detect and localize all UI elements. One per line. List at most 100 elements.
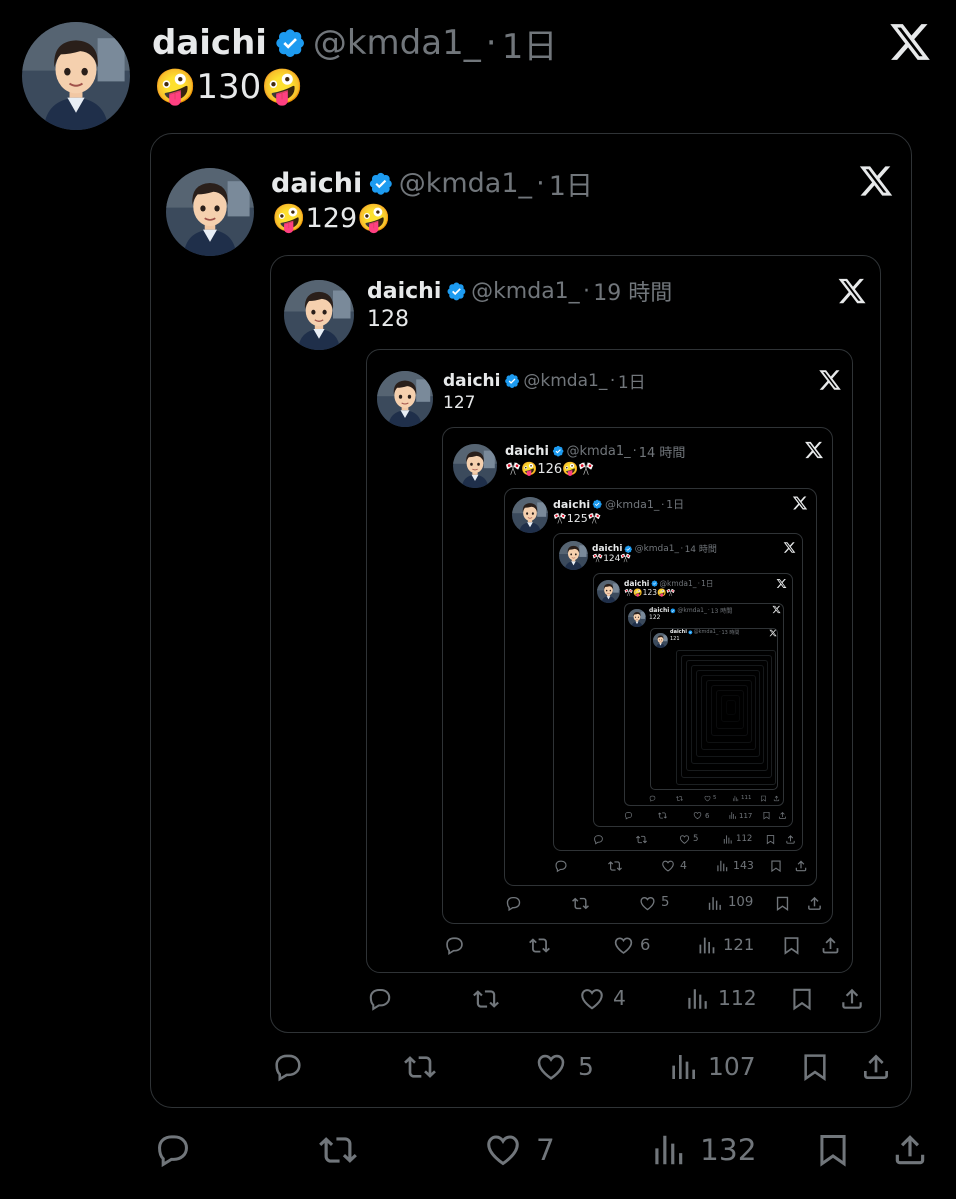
avatar[interactable] [559, 541, 588, 570]
display-name[interactable]: daichi [443, 371, 500, 391]
bookmark-icon[interactable] [774, 895, 791, 912]
user-handle[interactable]: @kmda1_ [313, 23, 481, 63]
avatar[interactable] [597, 580, 620, 603]
display-name[interactable]: daichi [553, 498, 590, 511]
share-icon[interactable] [794, 859, 808, 873]
display-name[interactable]: daichi [271, 168, 362, 199]
like-icon[interactable] [613, 935, 634, 956]
like-icon[interactable] [661, 859, 675, 873]
display-name[interactable]: daichi [624, 579, 649, 588]
post-time[interactable]: 14 時間 [685, 542, 717, 555]
x-logo-icon[interactable] [818, 368, 842, 392]
user-handle[interactable]: @kmda1_ [635, 544, 679, 554]
user-handle[interactable]: @kmda1_ [523, 371, 607, 391]
share-icon[interactable] [860, 1051, 892, 1083]
user-handle[interactable]: @kmda1_ [471, 279, 580, 304]
retweet-icon[interactable] [657, 811, 667, 820]
user-handle[interactable]: @kmda1_ [659, 579, 696, 588]
share-icon[interactable] [839, 986, 865, 1012]
avatar[interactable] [166, 168, 254, 256]
views-icon[interactable] [732, 795, 739, 802]
views-icon[interactable] [667, 1051, 699, 1083]
views-icon[interactable] [715, 859, 729, 873]
bookmark-icon[interactable] [765, 834, 776, 845]
like-icon[interactable] [679, 834, 690, 845]
share-icon[interactable] [785, 834, 796, 845]
display-name[interactable]: daichi [505, 444, 549, 459]
bookmark-icon[interactable] [814, 1131, 852, 1169]
user-handle[interactable]: @kmda1_ [605, 498, 659, 511]
share-icon[interactable] [778, 811, 787, 820]
avatar[interactable] [22, 22, 130, 130]
retweet-icon[interactable] [473, 986, 499, 1012]
avatar[interactable] [628, 609, 646, 627]
x-logo-icon[interactable] [792, 495, 808, 511]
bookmark-icon[interactable] [760, 795, 767, 802]
x-logo-icon[interactable] [858, 163, 894, 199]
share-icon[interactable] [806, 895, 823, 912]
x-logo-icon[interactable] [804, 440, 824, 460]
avatar[interactable] [377, 371, 433, 427]
like-icon[interactable] [639, 895, 656, 912]
post-time[interactable]: 13 時間 [711, 606, 733, 615]
bookmark-icon[interactable] [769, 859, 783, 873]
avatar[interactable] [512, 497, 548, 533]
display-name[interactable]: daichi [367, 279, 441, 304]
reply-icon[interactable] [649, 795, 656, 802]
like-icon[interactable] [535, 1051, 567, 1083]
views-icon[interactable] [706, 895, 723, 912]
reply-icon[interactable] [367, 986, 393, 1012]
views-icon[interactable] [722, 834, 733, 845]
retweet-icon[interactable] [319, 1131, 357, 1169]
post-time[interactable]: 19 時間 [593, 275, 672, 307]
post-time[interactable]: 1日 [701, 578, 713, 589]
x-logo-icon[interactable] [783, 541, 796, 554]
x-logo-icon[interactable] [772, 605, 781, 614]
retweet-icon[interactable] [528, 935, 550, 956]
like-icon[interactable] [579, 986, 605, 1012]
x-logo-icon[interactable] [837, 276, 867, 306]
bookmark-icon[interactable] [789, 986, 815, 1012]
reply-icon[interactable] [624, 811, 633, 820]
display-name[interactable]: daichi [649, 607, 669, 614]
post-time[interactable]: 1日 [549, 164, 593, 203]
x-logo-icon[interactable] [776, 578, 787, 589]
retweet-icon[interactable] [675, 795, 683, 802]
share-icon[interactable] [891, 1131, 929, 1169]
share-icon[interactable] [820, 935, 841, 956]
display-name[interactable]: daichi [592, 544, 622, 554]
display-name[interactable]: daichi [670, 629, 687, 635]
reply-icon[interactable] [593, 834, 604, 845]
display-name[interactable]: daichi [152, 23, 267, 63]
user-handle[interactable]: @kmda1_ [399, 168, 532, 199]
post-time[interactable]: 13 時間 [721, 629, 739, 636]
retweet-icon[interactable] [571, 895, 589, 912]
post-time[interactable]: 1日 [502, 19, 558, 68]
bookmark-icon[interactable] [799, 1051, 831, 1083]
retweet-icon[interactable] [608, 859, 622, 873]
bookmark-icon[interactable] [762, 811, 771, 820]
like-icon[interactable] [693, 811, 702, 820]
share-icon[interactable] [773, 795, 780, 802]
reply-icon[interactable] [154, 1131, 192, 1169]
post-time[interactable]: 1日 [666, 496, 684, 512]
reply-icon[interactable] [444, 935, 465, 956]
like-icon[interactable] [704, 795, 711, 802]
views-icon[interactable] [728, 811, 737, 820]
x-logo-icon[interactable] [769, 629, 777, 637]
reply-icon[interactable] [272, 1051, 304, 1083]
avatar[interactable] [453, 444, 497, 488]
post-time[interactable]: 1日 [618, 368, 646, 393]
user-handle[interactable]: @kmda1_ [566, 444, 630, 459]
post-time[interactable]: 14 時間 [639, 442, 686, 461]
retweet-icon[interactable] [404, 1051, 436, 1083]
avatar[interactable] [284, 280, 354, 350]
user-handle[interactable]: @kmda1_ [677, 607, 707, 614]
reply-icon[interactable] [505, 895, 522, 912]
user-handle[interactable]: @kmda1_ [694, 629, 719, 635]
views-icon[interactable] [649, 1131, 687, 1169]
retweet-icon[interactable] [635, 834, 647, 845]
reply-icon[interactable] [554, 859, 568, 873]
bookmark-icon[interactable] [781, 935, 802, 956]
like-icon[interactable] [484, 1131, 522, 1169]
